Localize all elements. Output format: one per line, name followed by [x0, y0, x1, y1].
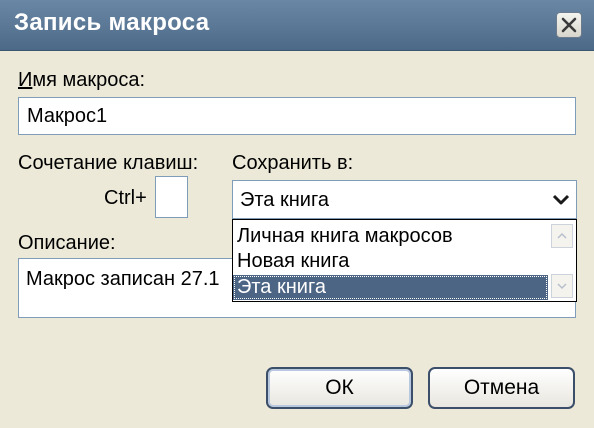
- chevron-down-icon[interactable]: [552, 193, 570, 207]
- store-in-selected-value: Эта книга: [240, 189, 329, 211]
- macro-name-value: Макрос1: [27, 105, 108, 127]
- close-icon: [561, 17, 577, 33]
- description-label: Описание:: [18, 232, 116, 254]
- scroll-down-button[interactable]: [551, 274, 573, 298]
- close-button[interactable]: [556, 12, 582, 38]
- scroll-down-icon: [557, 283, 567, 290]
- macro-name-label: Имя макроса:: [18, 69, 146, 91]
- store-in-options-list: Личная книга макросов Новая книга Эта кн…: [232, 219, 577, 302]
- shortcut-key-field[interactable]: [155, 176, 188, 218]
- description-value: Макрос записан 27.1: [26, 268, 220, 290]
- title-bar: Запись макроса: [0, 0, 594, 51]
- window-title: Запись макроса: [14, 9, 210, 36]
- shortcut-label: Сочетание клавиш:: [18, 152, 199, 174]
- ok-button[interactable]: ОК: [266, 367, 413, 409]
- option-new-workbook[interactable]: Новая книга: [233, 249, 548, 274]
- option-personal-workbook[interactable]: Личная книга макросов: [233, 224, 548, 249]
- cancel-button[interactable]: Отмена: [428, 367, 575, 409]
- macro-name-label-rest: мя макроса:: [32, 69, 146, 91]
- store-in-label: Сохранить в:: [232, 152, 354, 174]
- macro-name-field[interactable]: Макрос1: [18, 97, 576, 135]
- scroll-up-button[interactable]: [551, 224, 573, 248]
- option-this-workbook[interactable]: Эта книга: [233, 275, 548, 300]
- shortcut-prefix: Ctrl+: [104, 187, 147, 209]
- scroll-up-icon: [557, 232, 567, 239]
- store-in-dropdown[interactable]: Эта книга: [232, 180, 577, 219]
